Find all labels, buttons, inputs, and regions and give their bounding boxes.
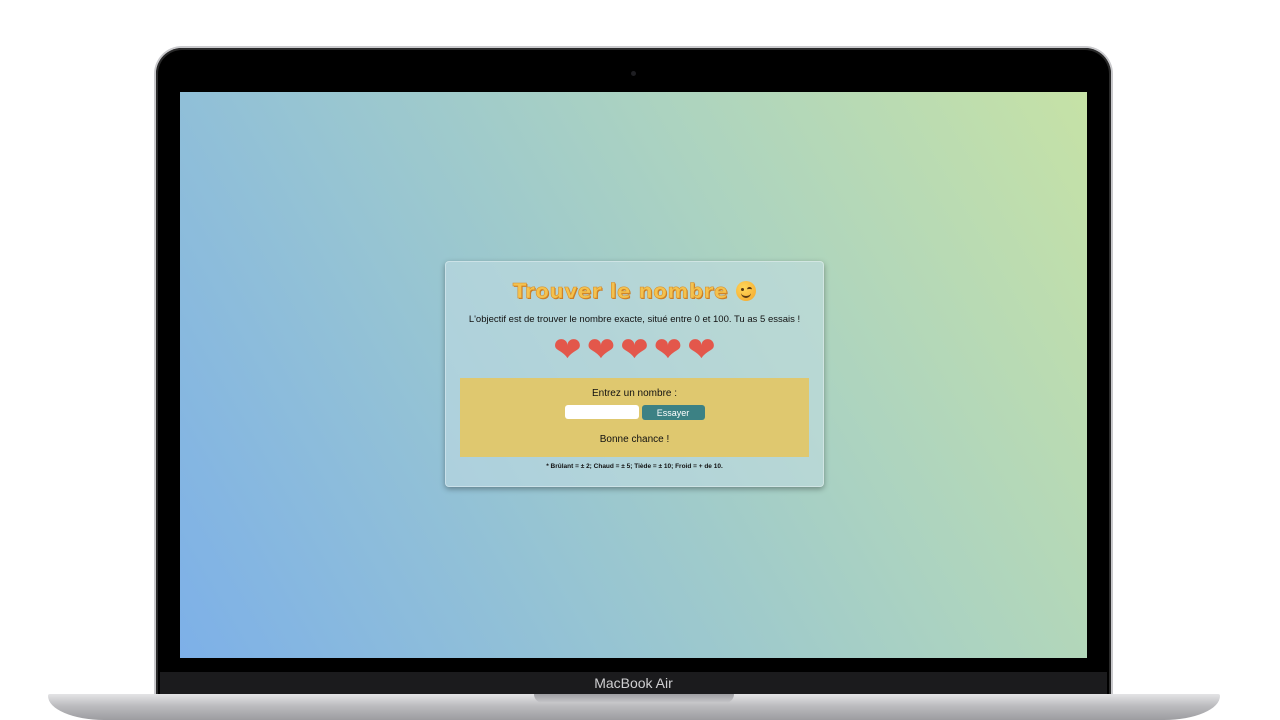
device-brand-label: MacBook Air [594,675,673,691]
page-title: Trouver le nombre [512,279,729,304]
game-description: L'objectif est de trouver le nombre exac… [468,314,801,325]
laptop-notch [534,694,734,703]
guess-panel: Entrez un nombre : Essayer Bonne chance … [460,378,809,457]
heart-icon: ❤ [553,330,582,370]
heart-icon: ❤ [653,330,683,370]
heart-icon: ❤ [586,330,616,370]
winking-face-icon [736,281,757,301]
hint-footnote: * Brûlant = ± 2; Chaud = ± 5; Tiède = ± … [546,463,723,470]
try-button[interactable]: Essayer [641,405,705,420]
number-label: Entrez un nombre : [591,388,678,399]
screen: Trouver le nombre L'objectif est de trou… [180,92,1087,658]
input-row: Essayer [460,405,809,420]
title-row: Trouver le nombre [446,277,823,305]
game-card: Trouver le nombre L'objectif est de trou… [445,261,824,487]
lives-hearts: ❤ ❤ ❤ ❤ ❤ [446,330,823,370]
heart-icon: ❤ [620,330,649,370]
heart-icon: ❤ [687,330,716,370]
camera-icon [631,71,636,76]
number-input[interactable] [564,405,639,419]
status-message: Bonne chance ! [599,434,670,445]
